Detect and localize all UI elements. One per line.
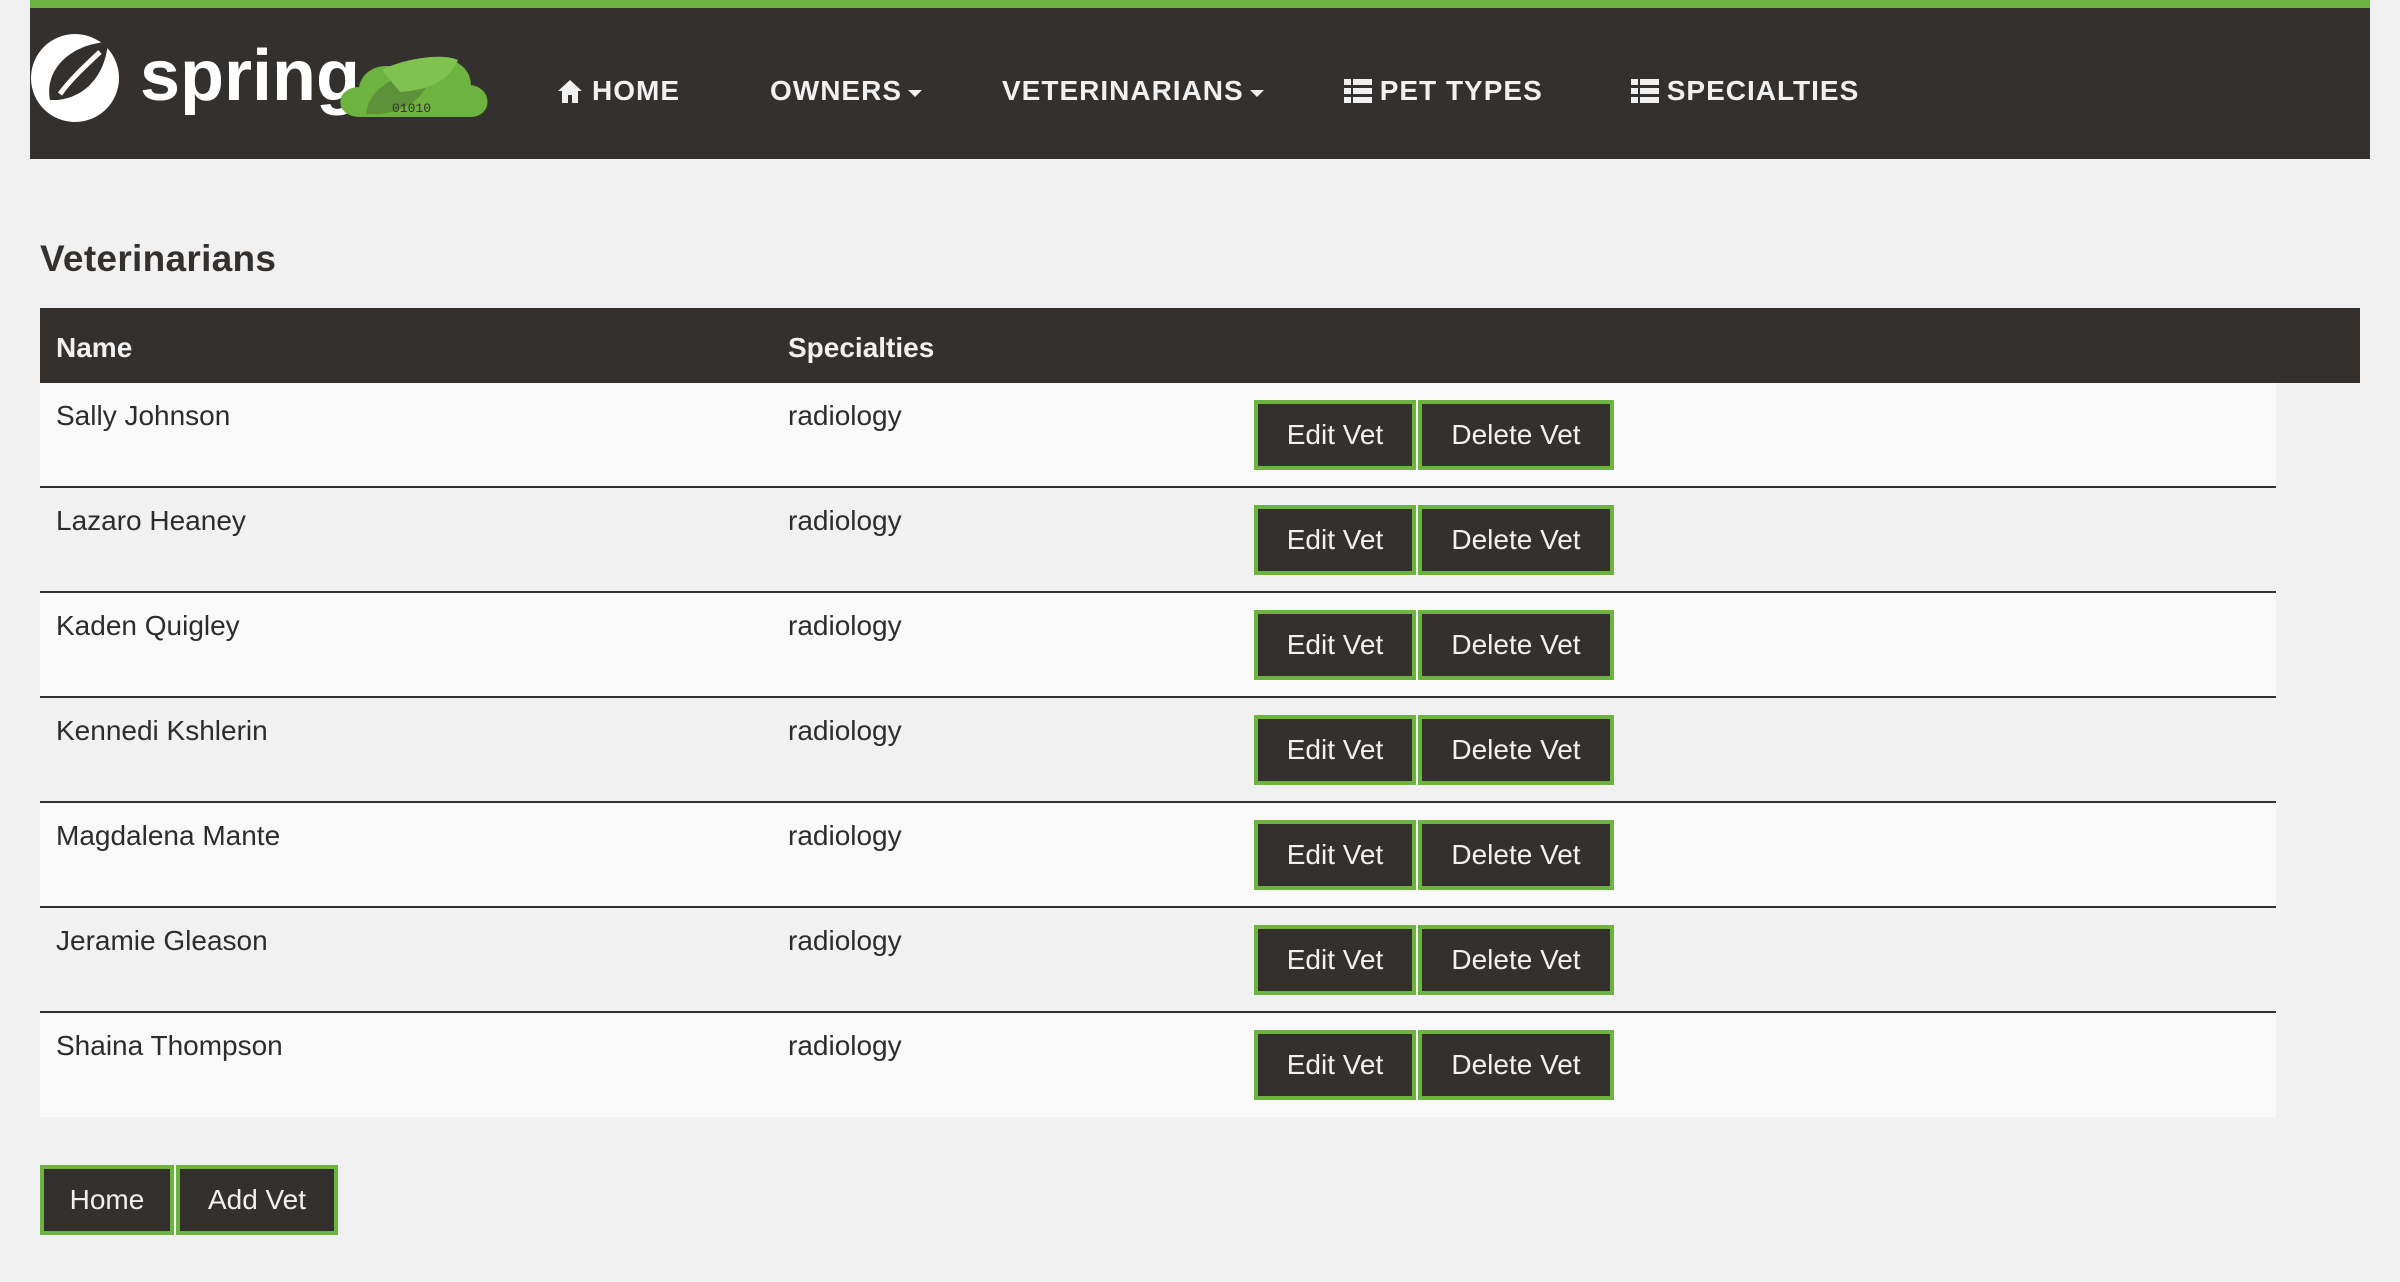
vet-specialties: radiology — [788, 925, 902, 956]
spring-logo: spring 01010 — [31, 34, 488, 122]
logo-binary: 01010 — [392, 101, 431, 116]
vet-specialties: radiology — [788, 610, 902, 641]
vet-name: Kaden Quigley — [56, 610, 240, 641]
caret-down-icon — [1249, 89, 1264, 97]
page-title: Veterinarians — [40, 238, 277, 279]
table-row: Shaina Thompson radiology Edit Vet Delet… — [40, 1013, 2276, 1117]
vets-table: Name Specialties Sally Johnson radiology… — [40, 308, 2360, 1117]
vet-specialties: radiology — [788, 820, 902, 851]
edit-vet-button[interactable]: Edit Vet — [1254, 400, 1416, 470]
nav-item-specialties[interactable]: Specialties — [1630, 75, 1860, 107]
row-actions: Edit Vet Delete Vet — [1254, 400, 1616, 470]
table-row: Kennedi Kshlerin radiology Edit Vet Dele… — [40, 698, 2276, 803]
delete-vet-button[interactable]: Delete Vet — [1418, 925, 1614, 995]
nav-item-pet-types[interactable]: Pet Types — [1343, 75, 1543, 107]
nav-item-veterinarians[interactable]: Veterinarians — [1002, 75, 1264, 107]
list-icon — [1630, 78, 1659, 104]
home-icon — [556, 77, 584, 105]
nav-item-home[interactable]: Home — [556, 75, 680, 107]
column-header-name: Name — [56, 332, 133, 363]
row-actions: Edit Vet Delete Vet — [1254, 820, 1616, 890]
nav-label-pet-types: Pet Types — [1379, 75, 1543, 106]
footer-actions: Home Add Vet — [40, 1165, 340, 1235]
add-vet-button[interactable]: Add Vet — [176, 1165, 338, 1235]
table-row: Magdalena Mante radiology Edit Vet Delet… — [40, 803, 2276, 908]
edit-vet-button[interactable]: Edit Vet — [1254, 820, 1416, 890]
edit-vet-button[interactable]: Edit Vet — [1254, 925, 1416, 995]
nav-label-owners: Owners — [770, 75, 902, 106]
vet-specialties: radiology — [788, 400, 902, 431]
row-actions: Edit Vet Delete Vet — [1254, 925, 1616, 995]
vet-specialties: radiology — [788, 1030, 902, 1061]
table-row: Lazaro Heaney radiology Edit Vet Delete … — [40, 488, 2276, 593]
vet-name: Magdalena Mante — [56, 820, 281, 851]
edit-vet-button[interactable]: Edit Vet — [1254, 505, 1416, 575]
delete-vet-button[interactable]: Delete Vet — [1418, 715, 1614, 785]
nav-menu: Home Owners Veterinarians Pet Types — [556, 68, 1859, 114]
nav-label-home: Home — [592, 75, 680, 106]
vet-name: Shaina Thompson — [56, 1030, 283, 1061]
row-actions: Edit Vet Delete Vet — [1254, 610, 1616, 680]
table-row: Kaden Quigley radiology Edit Vet Delete … — [40, 593, 2276, 698]
delete-vet-button[interactable]: Delete Vet — [1418, 610, 1614, 680]
vet-name: Sally Johnson — [56, 400, 231, 431]
table-body: Sally Johnson radiology Edit Vet Delete … — [40, 383, 2276, 1117]
row-actions: Edit Vet Delete Vet — [1254, 1030, 1616, 1100]
edit-vet-button[interactable]: Edit Vet — [1254, 715, 1416, 785]
table-row: Jeramie Gleason radiology Edit Vet Delet… — [40, 908, 2276, 1013]
home-button[interactable]: Home — [40, 1165, 174, 1235]
vet-name: Lazaro Heaney — [56, 505, 246, 536]
list-icon — [1343, 78, 1372, 104]
delete-vet-button[interactable]: Delete Vet — [1418, 400, 1614, 470]
nav-label-specialties: Specialties — [1666, 75, 1860, 106]
table-header: Name Specialties — [40, 308, 2360, 383]
vet-name: Kennedi Kshlerin — [56, 715, 268, 746]
caret-down-icon — [908, 89, 922, 97]
row-actions: Edit Vet Delete Vet — [1254, 505, 1616, 575]
brand-logo[interactable]: spring 01010 — [30, 30, 490, 130]
delete-vet-button[interactable]: Delete Vet — [1418, 505, 1614, 575]
nav-item-owners[interactable]: Owners — [770, 75, 922, 107]
delete-vet-button[interactable]: Delete Vet — [1418, 1030, 1614, 1100]
delete-vet-button[interactable]: Delete Vet — [1418, 820, 1614, 890]
row-actions: Edit Vet Delete Vet — [1254, 715, 1616, 785]
nav-label-veterinarians: Veterinarians — [1002, 75, 1244, 106]
edit-vet-button[interactable]: Edit Vet — [1254, 610, 1416, 680]
edit-vet-button[interactable]: Edit Vet — [1254, 1030, 1416, 1100]
vet-specialties: radiology — [788, 715, 902, 746]
vet-specialties: radiology — [788, 505, 902, 536]
table-row: Sally Johnson radiology Edit Vet Delete … — [40, 383, 2276, 488]
vet-name: Jeramie Gleason — [56, 925, 268, 956]
column-header-specialties: Specialties — [788, 332, 935, 363]
logo-text: spring — [140, 36, 360, 116]
navbar: spring 01010 Home Owners Veterinarians — [30, 0, 2370, 159]
